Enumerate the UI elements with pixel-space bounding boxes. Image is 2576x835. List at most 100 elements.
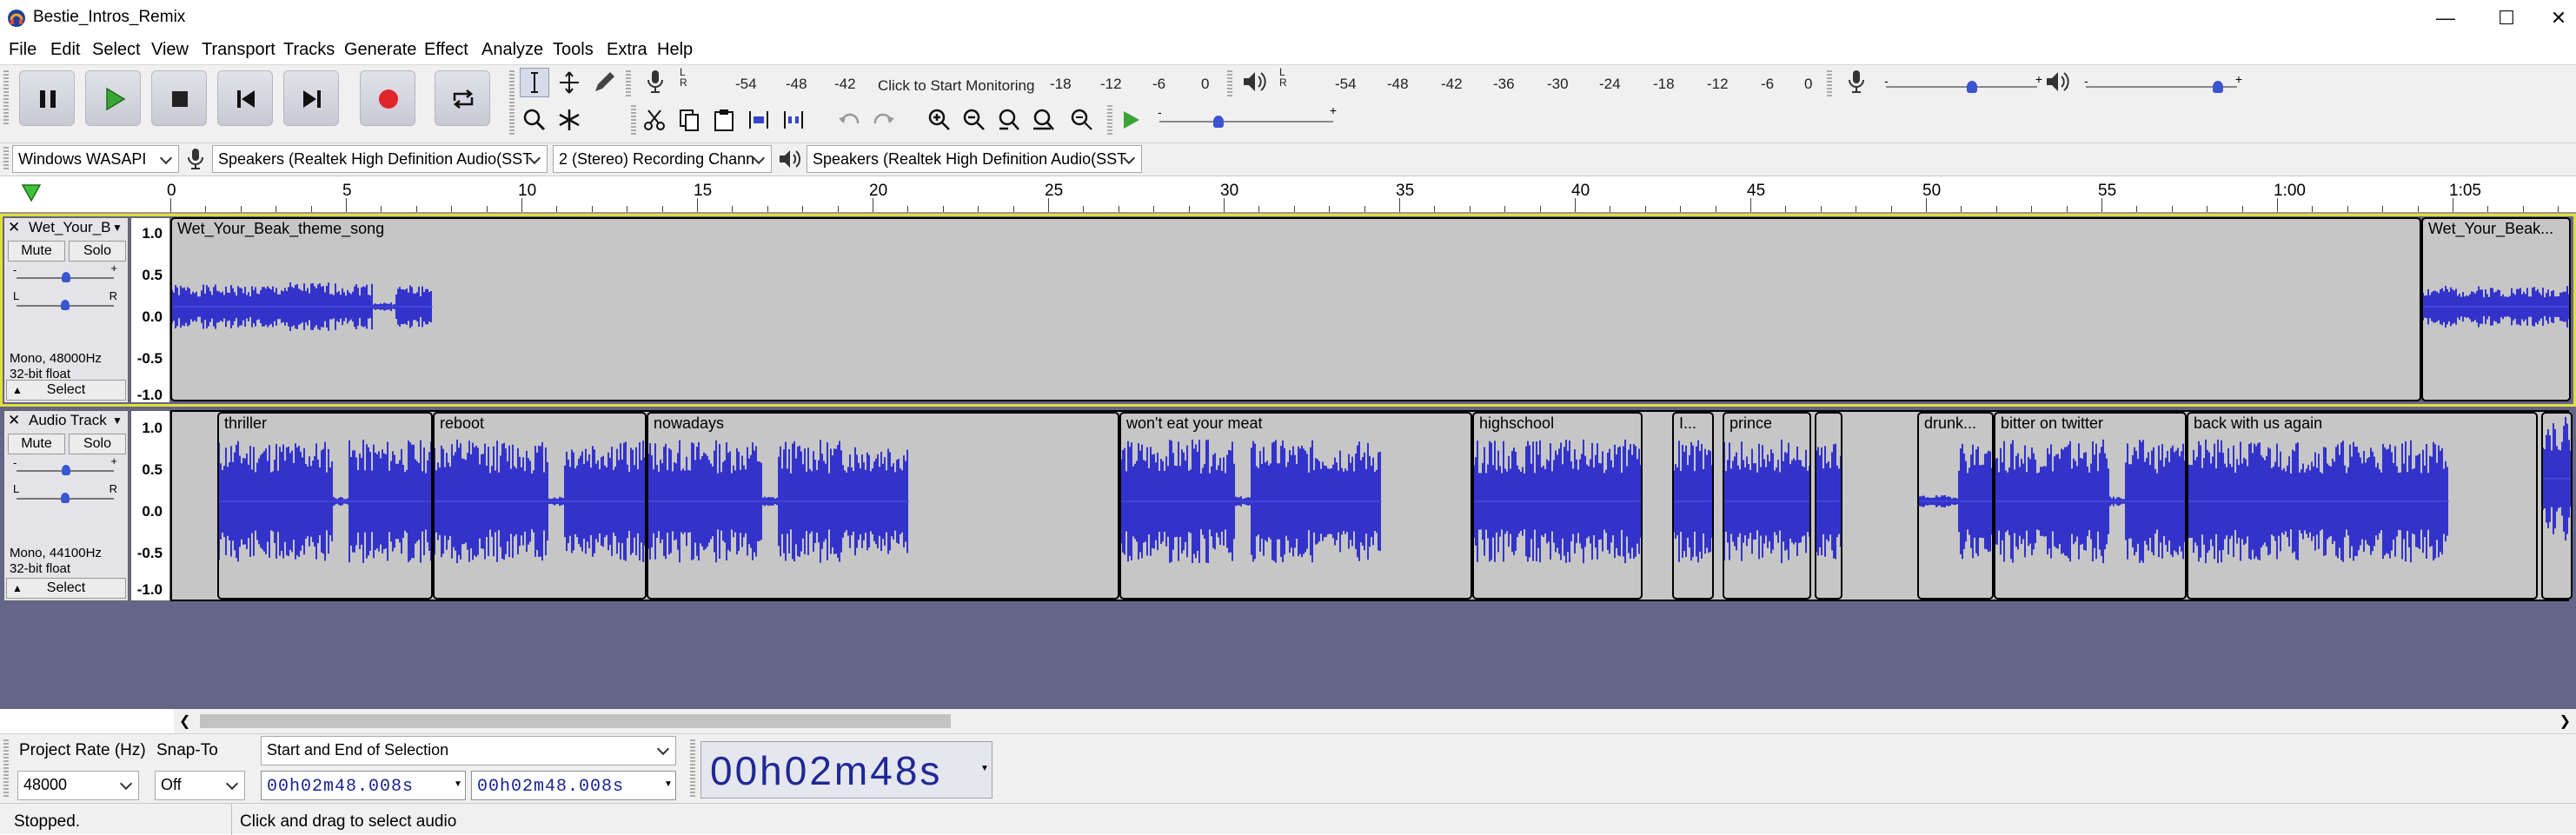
clip-name[interactable]: won't eat your meat <box>1126 414 1467 433</box>
zoom-tool-button[interactable] <box>520 105 549 135</box>
edit-toolbar-grip[interactable] <box>631 105 636 135</box>
scroll-right-arrow-icon[interactable]: ❯ <box>2559 712 2571 730</box>
time-toolbar-grip[interactable] <box>690 739 695 797</box>
selection-toolbar-grip[interactable] <box>3 739 9 797</box>
toolbar-grip[interactable] <box>3 70 9 126</box>
audio-host-select[interactable]: Windows WASAPI <box>12 145 179 173</box>
clip-waveform[interactable] <box>219 436 433 567</box>
maximize-button[interactable]: ☐ <box>2480 0 2533 36</box>
start-time-format-chevron-icon[interactable]: ▼ <box>454 779 462 789</box>
menu-select[interactable]: Select <box>92 40 141 60</box>
timeline-ruler[interactable]: 0 5 10 15 20 25 30 35 40 45 50 55 1:00 1:05 <box>0 176 2576 214</box>
recording-device-select[interactable]: Speakers (Realtek High Definition Audio(… <box>212 145 548 173</box>
redo-button[interactable] <box>869 105 899 135</box>
audio-clip[interactable]: prince <box>1723 412 1811 600</box>
vertical-scale[interactable]: 1.0 0.5 0.0 -0.5 -1.0 <box>130 217 170 403</box>
play-button[interactable] <box>85 70 141 126</box>
clip-name[interactable]: Wet_Your_Beak_theme_song <box>177 220 2416 238</box>
record-meter-grip[interactable] <box>626 70 631 96</box>
audio-clip[interactable]: Wet_Your_Beak_theme_song <box>170 217 2421 401</box>
selection-mode-select[interactable]: Start and End of Selection <box>261 736 676 765</box>
menu-transport[interactable]: Transport <box>202 40 276 60</box>
record-meter[interactable]: -54 -48 -42 Click to Start Monitoring -1… <box>688 70 1217 95</box>
record-meter-mic-icon[interactable] <box>645 69 666 95</box>
undo-button[interactable] <box>834 105 864 135</box>
cut-button[interactable] <box>640 105 669 135</box>
clip-name[interactable]: bitter on twitter <box>2001 414 2181 433</box>
close-window-button[interactable]: ✕ <box>2533 0 2576 36</box>
playback-volume-thumb[interactable] <box>2212 81 2223 93</box>
snap-to-select[interactable]: Off <box>155 771 245 800</box>
vertical-scale[interactable]: 1.0 0.5 0.0 -0.5 -1.0 <box>130 410 170 601</box>
clip-waveform[interactable] <box>1995 436 2187 567</box>
pan-slider[interactable]: LR <box>13 482 117 507</box>
recording-channels-select[interactable]: 2 (Stereo) Recording Chann <box>553 145 772 173</box>
draw-tool-button[interactable] <box>589 68 619 97</box>
track-menu-chevron-icon[interactable]: ▼ <box>112 414 123 427</box>
mixer-grip[interactable] <box>1827 70 1832 96</box>
clip-name[interactable]: thriller <box>224 414 428 433</box>
audio-clip[interactable]: back with us again <box>2187 412 2538 600</box>
clip-name[interactable]: reboot <box>440 414 641 433</box>
tracks-area[interactable]: ✕ Wet_Your_B ▼ Mute Solo - + LR Mono, 480… <box>0 214 2576 709</box>
track-select-button[interactable]: ▲ Select <box>6 380 126 401</box>
trim-button[interactable] <box>744 105 773 135</box>
loop-button[interactable] <box>435 70 490 126</box>
audio-clip[interactable]: nowadays <box>647 412 1119 600</box>
project-rate-select[interactable]: 48000 <box>17 771 139 800</box>
track-select-button[interactable]: ▲ Select <box>6 578 126 599</box>
clip-waveform[interactable] <box>1121 436 1382 567</box>
play-at-speed-grip[interactable] <box>1107 105 1112 135</box>
end-time-format-chevron-icon[interactable]: ▼ <box>664 779 673 789</box>
menu-tracks[interactable]: Tracks <box>283 40 335 60</box>
selection-end-time[interactable]: 00h02m48.008s <box>471 771 676 800</box>
menu-view[interactable]: View <box>151 40 189 60</box>
clip-waveform[interactable] <box>1674 436 1714 567</box>
scroll-left-arrow-icon[interactable]: ❮ <box>179 712 190 730</box>
clip-waveform[interactable] <box>2543 414 2573 544</box>
clip-waveform[interactable] <box>2188 436 2449 567</box>
pause-button[interactable] <box>19 70 75 126</box>
menu-generate[interactable]: Generate <box>344 40 416 60</box>
record-volume-slider[interactable]: - + <box>1881 72 2042 95</box>
play-head-marker-icon[interactable] <box>21 183 42 202</box>
clip-name[interactable]: drunk... <box>1924 414 1988 433</box>
multi-tool-button[interactable] <box>554 105 584 135</box>
menu-analyze[interactable]: Analyze <box>481 40 543 60</box>
zoom-out-button[interactable] <box>959 105 989 135</box>
pan-thumb[interactable] <box>61 493 70 503</box>
stop-button[interactable] <box>151 70 207 126</box>
audio-clip[interactable]: bitter on twitter <box>1994 412 2187 600</box>
play-at-speed-button[interactable] <box>1116 105 1145 135</box>
audio-clip[interactable]: won't eat your meat <box>1119 412 1472 600</box>
clip-waveform[interactable] <box>172 242 433 372</box>
horizontal-scrollbar[interactable]: ❮ ❯ <box>174 709 2576 733</box>
skip-to-start-button[interactable] <box>217 70 273 126</box>
envelope-tool-button[interactable] <box>554 68 584 97</box>
audio-clip[interactable]: reboot <box>433 412 647 600</box>
device-toolbar-grip[interactable] <box>3 147 9 171</box>
skip-to-end-button[interactable] <box>283 70 339 126</box>
tools-grip[interactable] <box>509 70 515 135</box>
play-meter[interactable]: -54 -48 -42 -36 -30 -24 -18 -12 -6 0 <box>1290 70 1820 95</box>
clip-waveform[interactable] <box>2423 242 2571 372</box>
selection-tool-button[interactable] <box>520 68 549 97</box>
track-control-panel[interactable]: ✕ Audio Track ▼ Mute Solo - + LR Mono, 44… <box>3 410 129 601</box>
track-waveform-area[interactable]: Wet_Your_Beak_theme_song Wet_Your_Beak..… <box>170 217 2571 403</box>
record-meter-hint[interactable]: Click to Start Monitoring <box>878 77 1034 95</box>
play-meter-speaker-icon[interactable] <box>1241 69 1267 95</box>
audio-clip[interactable]: thriller <box>217 412 433 600</box>
fit-project-button[interactable] <box>1029 105 1059 135</box>
clip-name[interactable]: prince <box>1730 414 1806 433</box>
menu-file[interactable]: File <box>9 40 37 60</box>
gain-slider[interactable]: - + <box>13 262 117 288</box>
track-waveform-area[interactable]: thriller reboot nowadays won't eat your … <box>170 410 2573 601</box>
zoom-toggle-button[interactable] <box>1067 105 1097 135</box>
time-format-chevron-icon[interactable]: ▼ <box>980 764 989 773</box>
pan-slider[interactable]: LR <box>13 289 117 314</box>
solo-button[interactable]: Solo <box>69 241 126 262</box>
play-speed-slider[interactable]: - + <box>1154 103 1338 135</box>
audio-position-display[interactable]: 00h02m48s <box>700 741 993 799</box>
audio-clip[interactable]: highschool <box>1472 412 1643 600</box>
minimize-button[interactable]: — <box>2420 0 2472 36</box>
